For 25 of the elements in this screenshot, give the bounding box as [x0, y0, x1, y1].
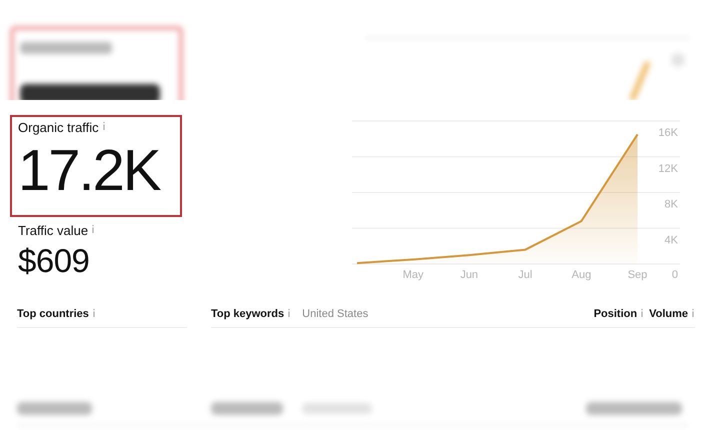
section-title: Top countries: [17, 307, 89, 321]
info-icon[interactable]: [102, 122, 106, 130]
y-axis-label: 12K: [658, 162, 678, 175]
y-axis-label: 8K: [664, 198, 678, 210]
info-icon[interactable]: [640, 309, 644, 317]
y-axis-label: 0: [672, 269, 678, 281]
metric-label: Traffic value: [18, 223, 88, 239]
info-icon[interactable]: [91, 225, 96, 233]
location-label: United States: [302, 307, 368, 321]
metric-label: Organic traffic: [18, 120, 99, 136]
metric-value: 17.2K: [18, 137, 162, 205]
column-header: Volume: [649, 307, 688, 321]
x-axis-label: Jun: [460, 269, 478, 281]
info-icon[interactable]: [92, 309, 96, 317]
section-title: Top keywords: [211, 307, 284, 321]
column-header: Position: [594, 307, 638, 321]
x-axis-label: Jul: [518, 269, 532, 281]
metric-value: $609: [18, 241, 90, 281]
y-axis-label: 4K: [664, 234, 678, 246]
info-icon[interactable]: [691, 309, 695, 317]
x-axis-label: Aug: [572, 269, 592, 281]
info-icon[interactable]: [287, 309, 292, 317]
y-axis-label: 16K: [658, 127, 678, 139]
x-axis-label: May: [402, 269, 424, 281]
x-axis-label: Sep: [628, 269, 648, 281]
